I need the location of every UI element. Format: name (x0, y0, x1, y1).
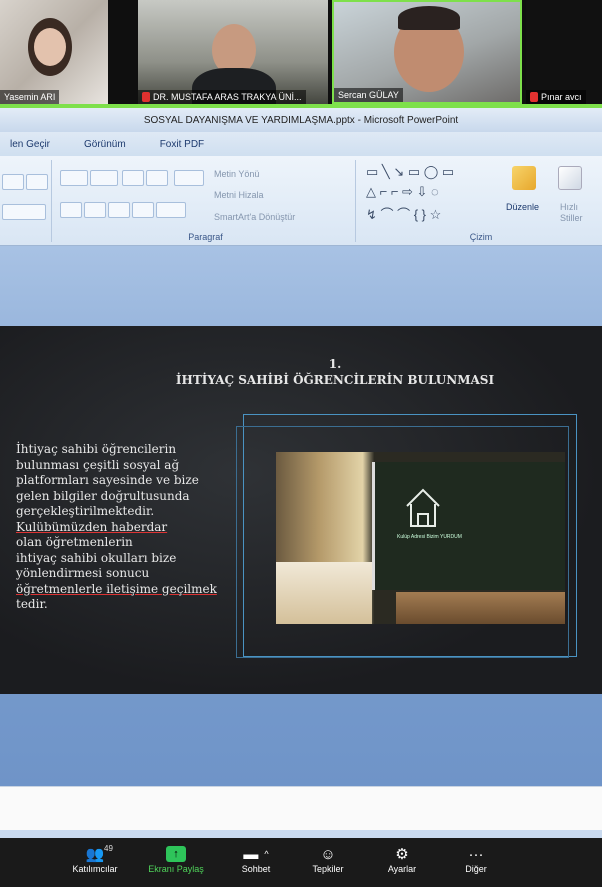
reactions-button[interactable]: ☺ Tepkiler (293, 844, 363, 875)
meeting-toolbar: 👥 49 Katılımcılar ↑ Ekranı Paylaş ▬ ^ So… (0, 838, 602, 887)
status-bar (0, 830, 602, 838)
text-direction-button[interactable]: Metin Yönü (214, 169, 259, 179)
participant-name: DR. MUSTAFA ARAS TRAKYA ÜNİ... (153, 92, 302, 102)
shapes-gallery-row2-icon[interactable]: △ ⌐ ⌐ ⇨ ⇩ ◌ (366, 184, 439, 200)
participant-face (34, 28, 66, 66)
powerpoint-title-bar: SOSYAL DAYANIŞMA VE YARDIMLAŞMA.pptx - M… (0, 108, 602, 132)
body-line: ihtiyaç sahibi okulları bize (16, 550, 177, 565)
body-line: platformları sayesinde ve bize (16, 473, 199, 487)
more-label: Diğer (465, 864, 487, 874)
decrease-indent-button[interactable] (122, 170, 144, 186)
increase-indent-button[interactable] (146, 170, 168, 186)
body-line: İhtiyaç sahibi öğrencilerin (16, 442, 177, 456)
chalkboard-text: Kulüp Adresi Bizim YURDUM (397, 534, 462, 540)
font-case-button[interactable] (26, 174, 48, 190)
window-title: SOSYAL DAYANIŞMA VE YARDIMLAŞMA.pptx - M… (143, 114, 459, 126)
zoom-window: Yasemin ARI DR. MUSTAFA ARAS TRAKYA ÜNİ.… (0, 0, 602, 887)
participants-count-badge: 49 (104, 844, 113, 853)
participant-name-label: DR. MUSTAFA ARAS TRAKYA ÜNİ... (138, 90, 306, 104)
photo-chairs (276, 562, 372, 624)
participant-name-label: Yasemin ARI (0, 90, 60, 104)
ribbon: Metin Yönü Metni Hizala SmartArt'a Dönüş… (0, 156, 602, 246)
body-line: yönlendirmesi sonucu (16, 566, 150, 580)
tab-slide-show[interactable]: len Geçir (10, 139, 50, 150)
paragraph-group-label: Paragraf (188, 232, 223, 242)
reactions-label: Tepkiler (312, 864, 344, 874)
arrange-button[interactable]: Düzenle (506, 202, 539, 212)
participant-tile[interactable]: Yasemin ARI (0, 0, 108, 104)
participants-icon: 👥 (85, 846, 105, 863)
house-drawing-icon (406, 488, 440, 527)
shapes-gallery-row3-icon[interactable]: ↯ ⌒ ⌒ { } ☆ (366, 204, 441, 223)
more-dots-icon: ··· (468, 845, 484, 863)
slide-title-text: İHTİYAÇ SAHİBİ ÖĞRENCİLERİN BULUNMASI (175, 373, 495, 387)
body-line: bulunması çeşitli sosyal ağ (16, 457, 180, 472)
participant-tile[interactable]: Pınar avcı (526, 0, 602, 104)
participant-tile-active-speaker[interactable]: Sercan GÜLAY (332, 0, 522, 104)
chevron-up-icon[interactable]: ^ (264, 849, 268, 859)
body-line: Kulübümüzden haberdar (16, 519, 168, 534)
photo-desk (396, 592, 565, 624)
align-left-button[interactable] (60, 202, 82, 218)
align-center-button[interactable] (84, 202, 106, 218)
mic-muted-icon (142, 92, 150, 102)
slide-body-text[interactable]: İhtiyaç sahibi öğrencilerin bulunması çe… (16, 442, 246, 613)
quick-styles-button[interactable]: Hızlı Stiller (560, 202, 600, 224)
font-color-button[interactable] (2, 204, 46, 220)
align-text-button[interactable]: Metni Hizala (214, 190, 264, 200)
bullets-button[interactable] (60, 170, 88, 186)
chat-icon: ▬ ^ (243, 845, 269, 863)
slide-title[interactable]: 1. İHTİYAÇ SAHİBİ ÖĞRENCİLERİN BULUNMASI (140, 356, 530, 388)
mic-muted-icon (530, 92, 538, 102)
align-right-button[interactable] (108, 202, 130, 218)
participant-strip: Yasemin ARI DR. MUSTAFA ARAS TRAKYA ÜNİ.… (0, 0, 602, 108)
font-size-button[interactable] (2, 174, 24, 190)
participant-name: Yasemin ARI (4, 92, 56, 102)
chat-button[interactable]: ▬ ^ Sohbet (221, 844, 291, 875)
share-screen-icon: ↑ (166, 846, 186, 862)
participant-tile[interactable]: DR. MUSTAFA ARAS TRAKYA ÜNİ... (138, 0, 328, 104)
arrange-icon[interactable] (512, 166, 536, 190)
gear-icon: ⚙ (395, 846, 409, 863)
numbering-button[interactable] (90, 170, 118, 186)
ribbon-tabs: len Geçir Görünüm Foxit PDF (0, 132, 602, 156)
settings-button[interactable]: ⚙ Ayarlar (367, 844, 437, 874)
participant-name-label: Sercan GÜLAY (334, 88, 403, 102)
drawing-group-label: Çizim (469, 232, 493, 242)
paragraph-group: Metin Yönü Metni Hizala SmartArt'a Dönüş… (56, 160, 356, 242)
body-line: tedir. (16, 597, 48, 611)
share-screen-label: Ekranı Paylaş (148, 864, 204, 874)
share-screen-button[interactable]: ↑ Ekranı Paylaş (141, 844, 211, 874)
justify-button[interactable] (132, 202, 154, 218)
participants-label: Katılımcılar (72, 864, 118, 874)
line-spacing-button[interactable] (174, 170, 204, 186)
columns-button[interactable] (156, 202, 186, 218)
shapes-gallery-icon[interactable]: ▭ ╲ ↘ ▭ ◯ ▭ (366, 164, 454, 180)
settings-label: Ayarlar (387, 864, 417, 874)
classroom-photo[interactable]: Kulüp Adresi Bizim YURDUM (276, 452, 565, 624)
quick-styles-icon[interactable] (558, 166, 582, 190)
drawing-group: ▭ ╲ ↘ ▭ ◯ ▭ △ ⌐ ⌐ ⇨ ⇩ ◌ ↯ ⌒ ⌒ { } ☆ Düze… (360, 160, 602, 242)
body-line: gelen bilgiler doğrultusunda (16, 488, 190, 503)
body-line: gerçekleştirilmektedir. (16, 504, 155, 518)
chat-label: Sohbet (241, 864, 271, 874)
participant-name-label: Pınar avcı (526, 90, 586, 104)
body-line: olan öğretmenlerin (16, 535, 133, 549)
participant-hair (398, 6, 460, 30)
participant-name: Sercan GÜLAY (338, 90, 399, 100)
notes-pane[interactable] (0, 786, 602, 830)
slide-title-number: 1. (328, 357, 342, 371)
slide[interactable]: 1. İHTİYAÇ SAHİBİ ÖĞRENCİLERİN BULUNMASI… (0, 326, 602, 694)
tab-foxit-pdf[interactable]: Foxit PDF (160, 139, 204, 150)
font-group (0, 160, 52, 242)
participants-button[interactable]: 👥 49 Katılımcılar (60, 844, 130, 874)
more-button[interactable]: ··· Diğer (441, 844, 511, 875)
reactions-icon: ☺ (320, 845, 336, 863)
chalkboard: Kulüp Adresi Bizim YURDUM (372, 462, 565, 590)
convert-to-smartart-button[interactable]: SmartArt'a Dönüştür (214, 212, 295, 222)
participant-name: Pınar avcı (541, 92, 582, 102)
tab-view[interactable]: Görünüm (84, 139, 126, 150)
body-line: öğretmenlerle iletişime geçilmek (16, 581, 217, 596)
